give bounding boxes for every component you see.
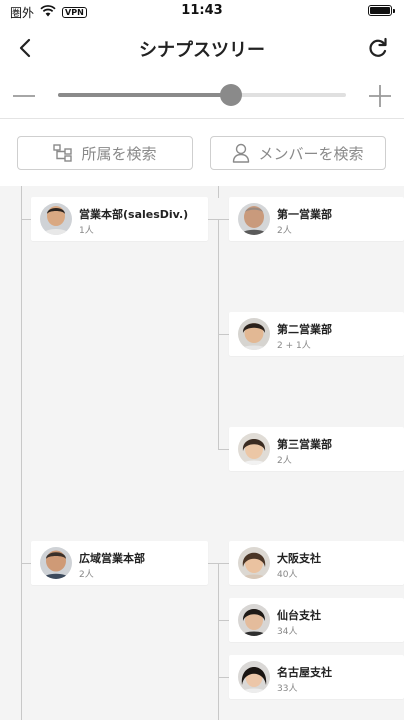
tree-connector — [218, 334, 229, 335]
person-icon — [233, 143, 250, 163]
search-affiliation-label: 所属を検索 — [81, 144, 157, 163]
avatar — [238, 203, 270, 235]
status-bar: 圏外 VPN 11:43 — [0, 0, 404, 24]
org-node-sales-3[interactable]: 第三営業部 2人 — [229, 427, 404, 471]
avatar — [40, 547, 72, 579]
clock: 11:43 — [181, 3, 223, 18]
minus-icon — [13, 95, 35, 97]
tree-connector — [218, 677, 229, 678]
zoom-slider-thumb[interactable] — [219, 84, 242, 106]
avatar — [40, 203, 72, 235]
node-name: 広域営業本部 — [79, 552, 145, 565]
node-name: 第三営業部 — [277, 438, 332, 451]
node-count: 40人 — [277, 570, 298, 580]
org-node-osaka-branch[interactable]: 大阪支社 40人 — [229, 541, 404, 585]
plus-icon — [369, 85, 391, 107]
avatar — [238, 604, 270, 636]
org-node-sendai-branch[interactable]: 仙台支社 34人 — [229, 598, 404, 642]
zoom-control — [0, 78, 404, 114]
search-bar: 所属を検索 メンバーを検索 — [0, 118, 404, 186]
node-name: 名古屋支社 — [277, 666, 332, 679]
zoom-in-button[interactable] — [368, 84, 392, 108]
zoom-slider[interactable] — [58, 84, 346, 106]
search-member-label: メンバーを検索 — [258, 144, 364, 163]
avatar — [238, 318, 270, 350]
node-count: 2人 — [277, 456, 292, 466]
refresh-button[interactable] — [364, 34, 392, 62]
node-count: 1人 — [79, 226, 94, 236]
node-name: 営業本部(salesDiv.) — [79, 208, 189, 221]
zoom-out-button[interactable] — [12, 84, 36, 108]
node-count: 2人 — [79, 570, 94, 580]
battery-icon — [368, 5, 395, 16]
node-name: 大阪支社 — [277, 552, 321, 565]
node-count: 34人 — [277, 627, 298, 637]
node-count: 2 + 1人 — [277, 341, 311, 351]
search-member-button[interactable]: メンバーを検索 — [210, 136, 386, 170]
org-chart-icon — [53, 144, 73, 162]
tree-branch-line — [218, 186, 219, 198]
tree-connector — [218, 620, 229, 621]
avatar — [238, 433, 270, 465]
node-name: 仙台支社 — [277, 609, 321, 622]
tree-connector — [218, 449, 229, 450]
tree-root-line — [21, 186, 22, 720]
org-node-sales-1[interactable]: 第一営業部 2人 — [229, 197, 404, 241]
tree-connector — [21, 219, 31, 220]
org-node-nagoya-branch[interactable]: 名古屋支社 33人 — [229, 655, 404, 699]
avatar — [238, 547, 270, 579]
org-node-sales-division[interactable]: 営業本部(salesDiv.) 1人 — [31, 197, 208, 241]
tree-branch-line — [218, 563, 219, 720]
nav-bar: シナプスツリー — [0, 24, 404, 72]
org-tree[interactable]: 営業本部(salesDiv.) 1人 広域営業本部 2人 第一営業部 2人 第二… — [0, 186, 404, 720]
tree-connector — [21, 563, 31, 564]
refresh-icon — [369, 37, 387, 57]
page-title: シナプスツリー — [139, 40, 265, 61]
node-count: 33人 — [277, 684, 298, 694]
node-name: 第二営業部 — [277, 323, 332, 336]
search-affiliation-button[interactable]: 所属を検索 — [17, 136, 193, 170]
org-node-wide-area-division[interactable]: 広域営業本部 2人 — [31, 541, 208, 585]
zoom-slider-fill — [58, 93, 231, 97]
node-count: 2人 — [277, 226, 292, 236]
avatar — [238, 661, 270, 693]
org-node-sales-2[interactable]: 第二営業部 2 + 1人 — [229, 312, 404, 356]
node-name: 第一営業部 — [277, 208, 332, 221]
